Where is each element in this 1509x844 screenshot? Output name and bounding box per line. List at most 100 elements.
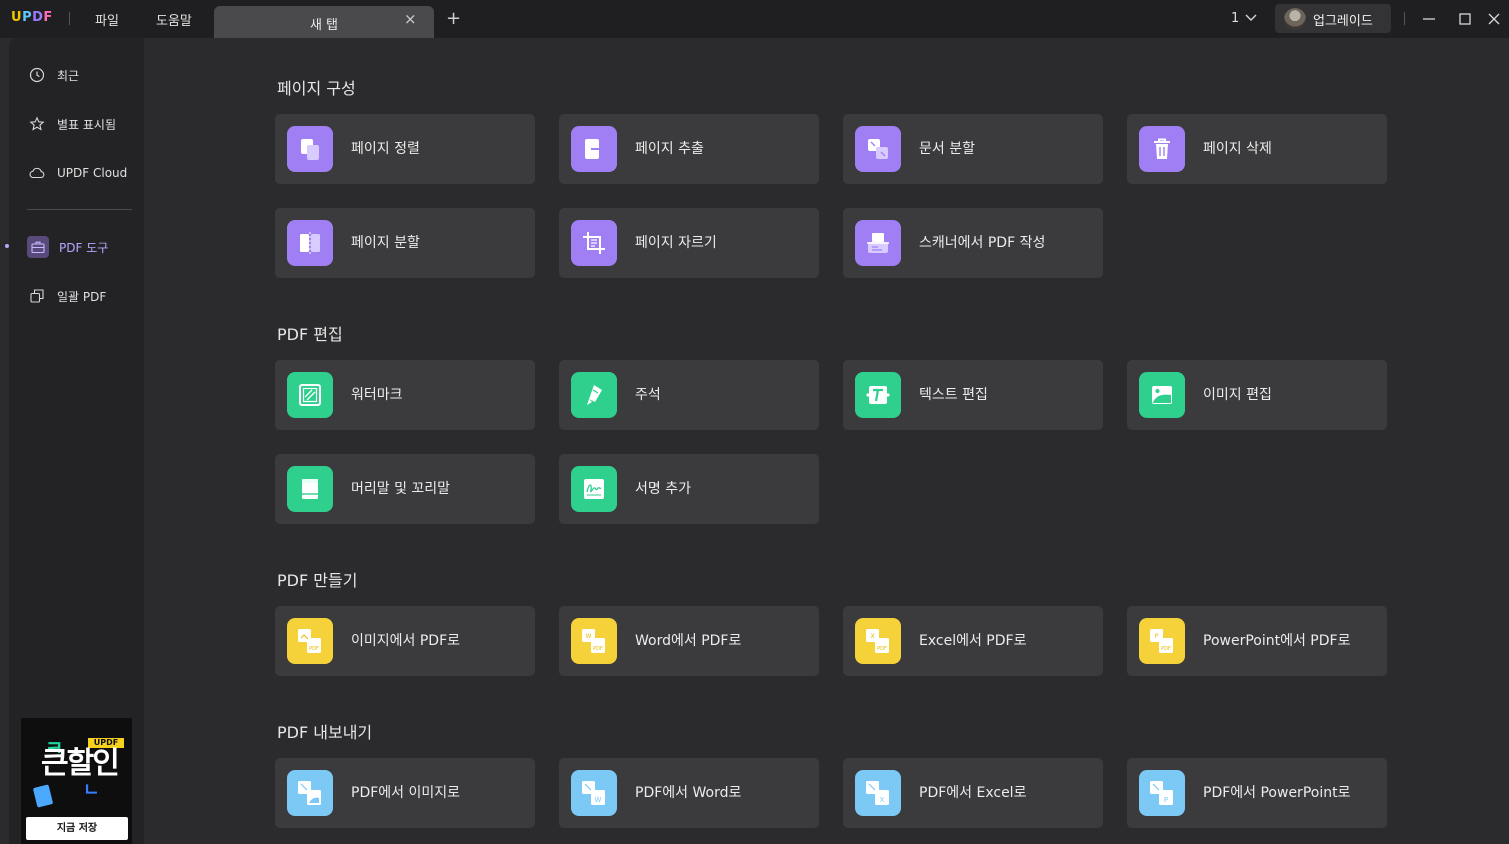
- title-divider: [69, 12, 70, 25]
- card-page-organize[interactable]: 페이지 정렬: [275, 114, 535, 184]
- sidebar-item-batch-pdf[interactable]: 일괄 PDF: [27, 283, 137, 309]
- header-footer-icon: [287, 466, 333, 512]
- card-pdf-to-word[interactable]: W PDF에서 Word로: [559, 758, 819, 828]
- card-label: 페이지 분할: [351, 234, 420, 251]
- highlighter-icon: [571, 372, 617, 418]
- sidebar-item-cloud[interactable]: UPDF Cloud: [27, 160, 137, 186]
- card-watermark[interactable]: 워터마크: [275, 360, 535, 430]
- card-label: 텍스트 편집: [919, 386, 988, 403]
- tab-new[interactable]: 새 탭: [214, 6, 434, 38]
- card-add-signature[interactable]: 서명 추가: [559, 454, 819, 524]
- section-title-create-pdf: PDF 만들기: [277, 571, 358, 590]
- card-label: PDF에서 Word로: [635, 784, 742, 801]
- card-page-extract[interactable]: 페이지 추출: [559, 114, 819, 184]
- sidebar-item-recent[interactable]: 최근: [27, 62, 137, 88]
- tab-close-icon[interactable]: ×: [404, 12, 417, 27]
- page-organize-icon: [287, 126, 333, 172]
- svg-text:PDF: PDF: [877, 646, 887, 652]
- svg-text:W: W: [595, 796, 602, 804]
- pdf-to-powerpoint-icon: P: [1139, 770, 1185, 816]
- card-label: PowerPoint에서 PDF로: [1203, 632, 1351, 649]
- card-label: 주석: [635, 386, 661, 403]
- card-label: PDF에서 이미지로: [351, 784, 461, 801]
- card-text-edit[interactable]: 텍스트 편집: [843, 360, 1103, 430]
- card-label: 서명 추가: [635, 480, 691, 497]
- card-label: 페이지 정렬: [351, 140, 420, 157]
- card-image-to-pdf[interactable]: PDF 이미지에서 PDF로: [275, 606, 535, 676]
- excel-to-pdf-icon: X PDF: [855, 618, 901, 664]
- card-annotation[interactable]: 주석: [559, 360, 819, 430]
- sidebar-divider: [27, 209, 132, 210]
- shopping-bag-icon: [32, 784, 54, 808]
- sidebar-item-label: 일괄 PDF: [57, 289, 107, 304]
- svg-text:X: X: [870, 633, 874, 640]
- svg-text:W: W: [586, 633, 592, 640]
- star-icon: [27, 114, 47, 134]
- sidebar-item-label: 최근: [57, 68, 80, 83]
- card-image-edit[interactable]: 이미지 편집: [1127, 360, 1387, 430]
- card-label: PDF에서 PowerPoint로: [1203, 784, 1351, 801]
- svg-text:PDF: PDF: [1161, 646, 1171, 652]
- clock-icon: [27, 65, 47, 85]
- card-excel-to-pdf[interactable]: X PDF Excel에서 PDF로: [843, 606, 1103, 676]
- section-title-page-organize: 페이지 구성: [277, 79, 356, 98]
- svg-text:P: P: [1164, 796, 1168, 804]
- title-bar: UPDF 파일 도움말 새 탭 × + 1 업그레이드: [0, 0, 1509, 38]
- card-scanner-to-pdf[interactable]: 스캐너에서 PDF 작성: [843, 208, 1103, 278]
- powerpoint-to-pdf-icon: P PDF: [1139, 618, 1185, 664]
- section-title-export-pdf: PDF 내보내기: [277, 723, 373, 742]
- card-pdf-to-excel[interactable]: X PDF에서 Excel로: [843, 758, 1103, 828]
- pdf-to-image-icon: [287, 770, 333, 816]
- new-tab-icon[interactable]: +: [446, 10, 461, 28]
- sidebar-item-pdf-tools[interactable]: PDF 도구: [27, 234, 137, 260]
- svg-text:PDF: PDF: [309, 646, 319, 652]
- minimize-icon[interactable]: [1419, 9, 1439, 29]
- sidebar-item-starred[interactable]: 별표 표시됨: [27, 111, 137, 137]
- card-label: PDF에서 Excel로: [919, 784, 1027, 801]
- card-pdf-to-powerpoint[interactable]: P PDF에서 PowerPoint로: [1127, 758, 1387, 828]
- card-label: 문서 분할: [919, 140, 975, 157]
- word-to-pdf-icon: W PDF: [571, 618, 617, 664]
- card-powerpoint-to-pdf[interactable]: P PDF PowerPoint에서 PDF로: [1127, 606, 1387, 676]
- card-pdf-to-image[interactable]: PDF에서 이미지로: [275, 758, 535, 828]
- active-indicator: [5, 244, 9, 248]
- document-split-icon: [855, 126, 901, 172]
- page-extract-icon: [571, 126, 617, 172]
- close-icon[interactable]: [1484, 9, 1504, 29]
- promo-save-button[interactable]: 지금 저장: [26, 817, 128, 840]
- card-label: 페이지 추출: [635, 140, 704, 157]
- maximize-icon[interactable]: [1455, 9, 1475, 29]
- sidebar-item-label: PDF 도구: [59, 240, 109, 255]
- card-label: 이미지 편집: [1203, 386, 1272, 403]
- card-label: 스캐너에서 PDF 작성: [919, 234, 1046, 251]
- chevron-down-icon[interactable]: [1245, 10, 1257, 26]
- window-count[interactable]: 1: [1231, 11, 1239, 26]
- pdf-to-word-icon: W: [571, 770, 617, 816]
- menu-help[interactable]: 도움말: [156, 10, 192, 29]
- promo-accent-2: ㄴ: [83, 780, 100, 801]
- text-edit-icon: [855, 372, 901, 418]
- promo-banner[interactable]: ㅋ UPDF 큰할인 ㄴ 지금 저장: [21, 718, 132, 844]
- card-document-split[interactable]: 문서 분할: [843, 114, 1103, 184]
- page-crop-icon: [571, 220, 617, 266]
- upgrade-button[interactable]: 업그레이드: [1275, 4, 1391, 33]
- card-header-footer[interactable]: 머리말 및 꼬리말: [275, 454, 535, 524]
- section-title-pdf-edit: PDF 편집: [277, 325, 343, 344]
- card-label: Word에서 PDF로: [635, 632, 742, 649]
- scanner-icon: [855, 220, 901, 266]
- updf-logo: UPDF: [11, 10, 53, 25]
- card-page-delete[interactable]: 페이지 삭제: [1127, 114, 1387, 184]
- card-label: Excel에서 PDF로: [919, 632, 1027, 649]
- card-word-to-pdf[interactable]: W PDF Word에서 PDF로: [559, 606, 819, 676]
- card-page-crop[interactable]: 페이지 자르기: [559, 208, 819, 278]
- sidebar: 최근 별표 표시됨 UPDF Cloud PDF 도구 일괄 PDF ㅋ UPD…: [5, 38, 144, 844]
- card-page-split[interactable]: 페이지 분할: [275, 208, 535, 278]
- image-edit-icon: [1139, 372, 1185, 418]
- menu-file[interactable]: 파일: [95, 10, 119, 29]
- svg-text:P: P: [1155, 633, 1159, 640]
- title-divider-2: [1404, 12, 1405, 25]
- batch-icon: [27, 286, 47, 306]
- cloud-icon: [27, 163, 47, 183]
- briefcase-icon: [27, 236, 49, 258]
- upgrade-label: 업그레이드: [1313, 14, 1373, 29]
